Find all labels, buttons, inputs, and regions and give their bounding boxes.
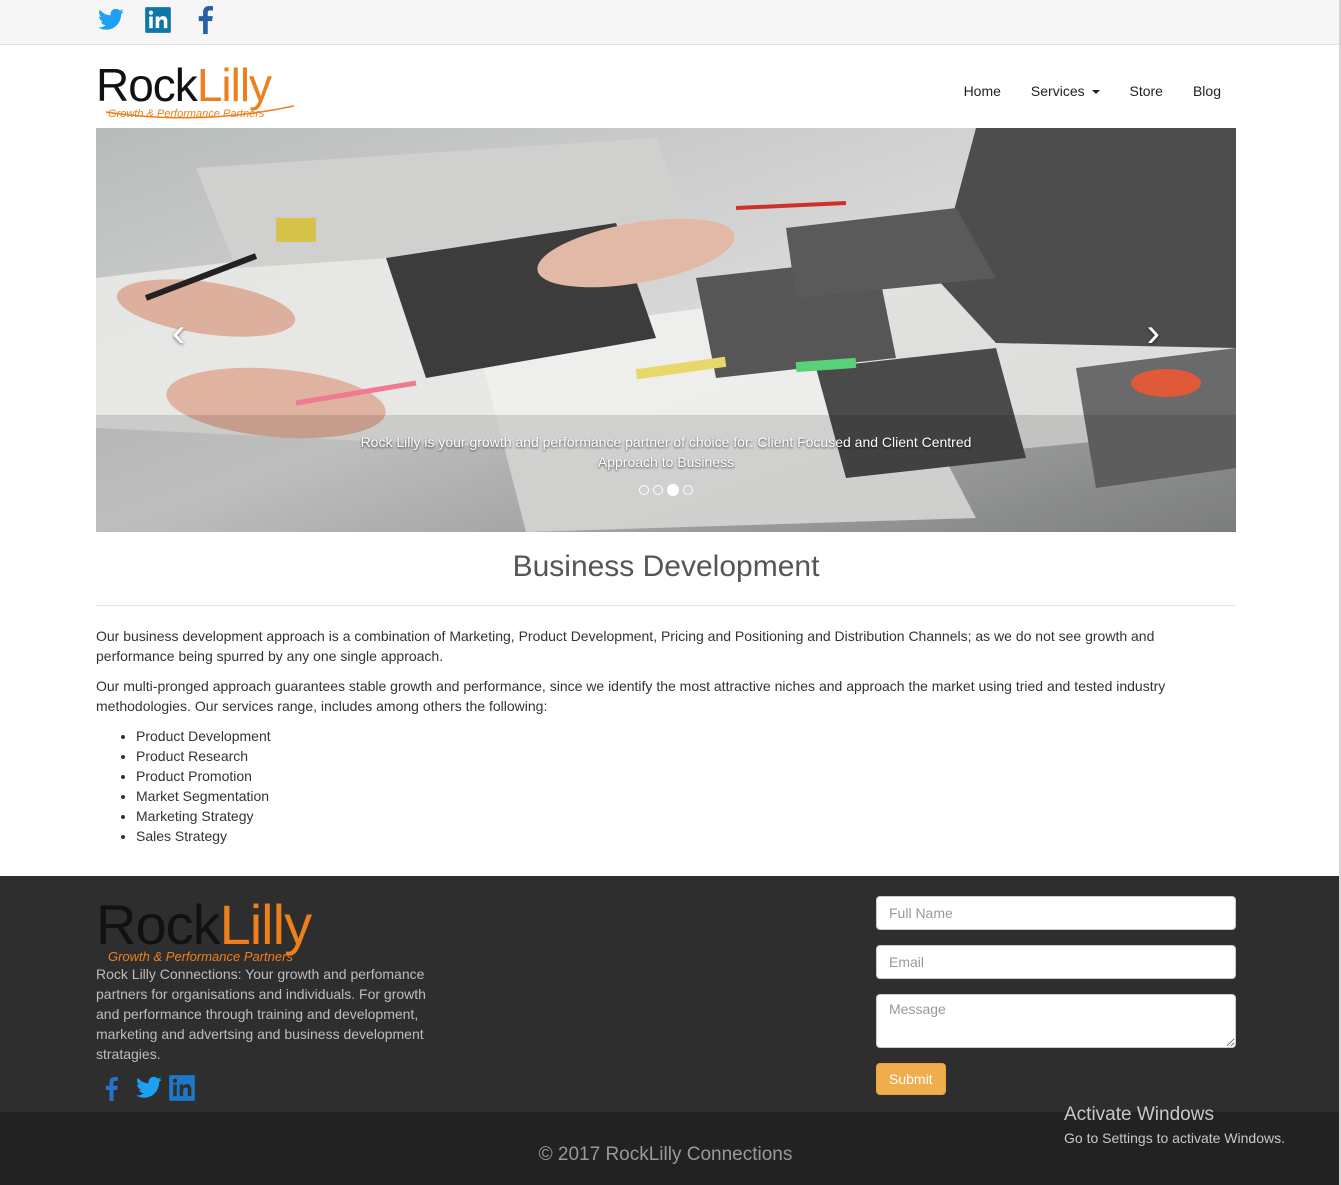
nav-store[interactable]: Store [1115, 82, 1178, 100]
nav-blog[interactable]: Blog [1178, 82, 1236, 100]
twitter-icon[interactable] [134, 1074, 162, 1102]
carousel-indicator-3[interactable] [667, 484, 679, 496]
linkedin-icon[interactable] [168, 1074, 196, 1102]
footer-logo-rock: Rock [96, 893, 221, 956]
submit-button[interactable]: Submit [876, 1063, 946, 1095]
footer-logo-tagline: Growth & Performance Partners [108, 949, 293, 964]
linkedin-icon[interactable] [144, 6, 172, 34]
carousel-indicator-4[interactable] [683, 485, 693, 495]
list-item: Market Segmentation [136, 786, 1236, 806]
nav-home[interactable]: Home [949, 82, 1016, 100]
list-item: Sales Strategy [136, 826, 1236, 846]
twitter-icon[interactable] [96, 6, 124, 34]
footer-description: Rock Lilly Connections: Your growth and … [96, 966, 426, 1062]
message-textarea[interactable] [876, 994, 1236, 1048]
activate-windows-watermark: Activate Windows Go to Settings to activ… [1064, 1104, 1285, 1146]
main-nav: Home Services Store Blog [949, 82, 1236, 100]
intro-paragraph: Our business development approach is a c… [96, 628, 1155, 664]
chevron-right-icon[interactable]: › [1147, 313, 1160, 353]
nav-services-label: Services [1030, 83, 1085, 99]
footer-logo-wordmark: RockLilly [96, 895, 356, 955]
facebook-icon[interactable] [100, 1074, 128, 1102]
caption-line-2: Approach to Business [597, 454, 735, 470]
footer-logo[interactable]: RockLilly Growth & Performance Partners [96, 895, 356, 965]
hero-carousel: ‹ › Rock Lilly is your growth and perfor… [96, 128, 1236, 532]
approach-paragraph: Our multi-pronged approach guarantees st… [96, 678, 1166, 714]
list-item: Product Promotion [136, 766, 1236, 786]
carousel-indicator-1[interactable] [639, 485, 649, 495]
list-item: Marketing Strategy [136, 806, 1236, 826]
page-title: Business Development [512, 550, 820, 583]
footer-social-icons [100, 1074, 196, 1102]
contact-form: Submit [876, 896, 1236, 1095]
caption-line-1: Rock Lilly is your growth and performanc… [360, 434, 972, 450]
watermark-subtitle: Go to Settings to activate Windows. [1064, 1130, 1285, 1146]
chevron-left-icon[interactable]: ‹ [172, 313, 185, 353]
top-social-bar [0, 0, 1341, 45]
list-item: Product Development [136, 726, 1236, 746]
logo-wordmark: RockLilly [96, 60, 306, 110]
divider [96, 605, 1236, 606]
carousel-indicators [96, 484, 1236, 496]
carousel-indicator-2[interactable] [653, 485, 663, 495]
nav-services[interactable]: Services [1016, 82, 1115, 100]
email-input[interactable] [876, 945, 1236, 979]
footer-logo-lilly: Lilly [219, 893, 312, 956]
carousel-caption: Rock Lilly is your growth and performanc… [346, 432, 986, 472]
logo-tagline: Growth & Performance Partners [108, 108, 265, 120]
list-item: Product Research [136, 746, 1236, 766]
site-logo[interactable]: RockLilly Growth & Performance Partners [96, 60, 306, 124]
top-social-icons [96, 6, 220, 34]
copyright-text: © 2017 RockLilly Connections [538, 1144, 793, 1165]
full-name-input[interactable] [876, 896, 1236, 930]
services-list: Product Development Product Research Pro… [136, 726, 1236, 846]
main-content: Our business development approach is a c… [96, 626, 1236, 846]
watermark-title: Activate Windows [1064, 1104, 1214, 1125]
caret-down-icon [1091, 90, 1100, 95]
facebook-icon[interactable] [192, 6, 220, 34]
